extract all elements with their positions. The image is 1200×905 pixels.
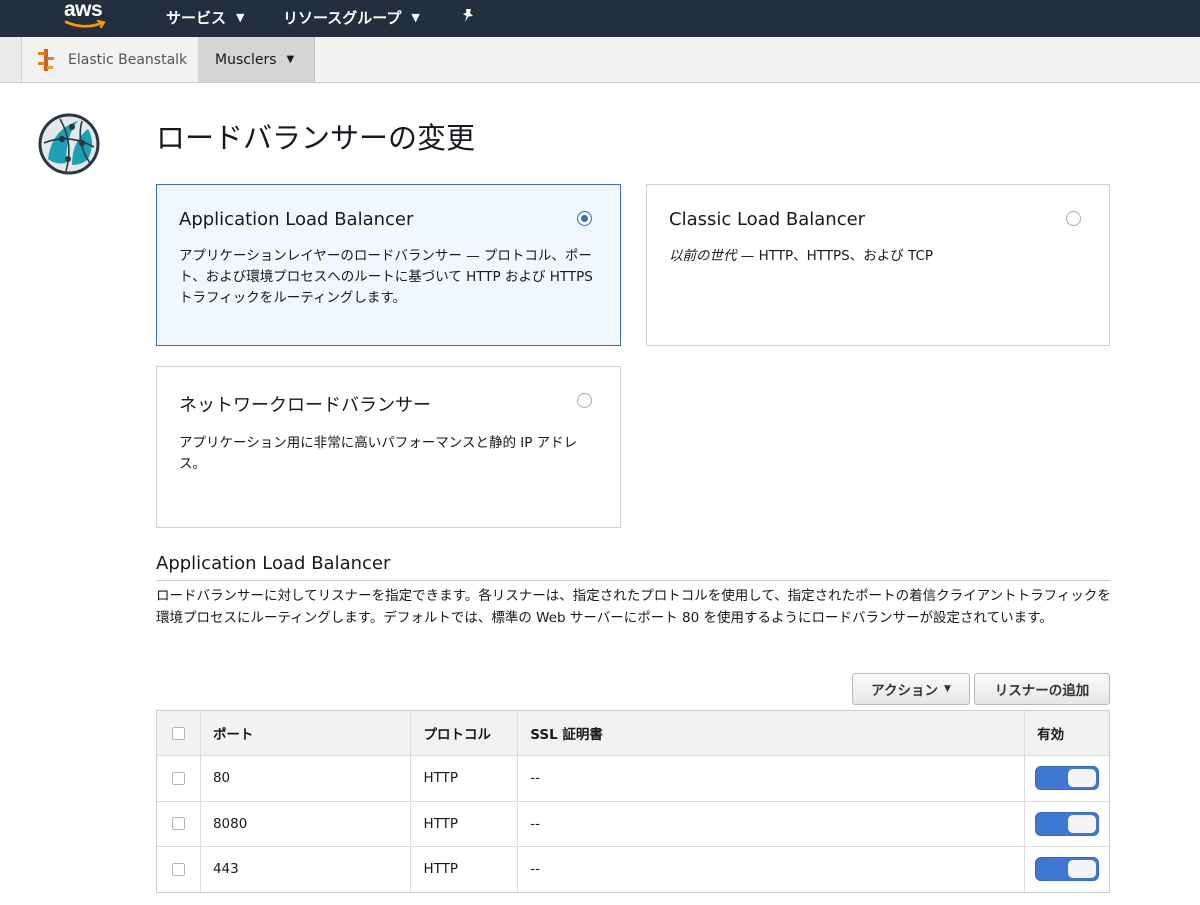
option-application-load-balancer[interactable]: Application Load Balancer アプリケーションレイヤーのロ… — [156, 184, 621, 346]
listener-section-description: ロードバランサーに対してリスナーを指定できます。各リスナーは、指定されたプロトコ… — [156, 588, 1111, 626]
beanstalk-icon — [38, 48, 54, 71]
resource-groups-menu[interactable]: リソースグループ ▼ — [283, 0, 420, 34]
row-select-cell — [157, 802, 200, 847]
services-label: サービス — [166, 8, 227, 27]
row-checkbox[interactable] — [172, 862, 185, 876]
listener-section-title: Application Load Balancer — [156, 553, 391, 574]
protocol-cell: HTTP — [410, 847, 517, 892]
ssl-certificate-cell: -- — [517, 847, 1024, 892]
protocol-cell: HTTP — [410, 801, 517, 846]
caret-down-icon: ▼ — [286, 54, 295, 65]
chevron-down-icon: ▼ — [236, 10, 245, 24]
aws-logo-text: aws — [64, 0, 103, 21]
radio-classic-load-balancer[interactable] — [1066, 211, 1081, 226]
port-cell: 80 — [199, 756, 411, 801]
environment-label: Musclers — [215, 51, 277, 68]
row-select-cell — [157, 847, 200, 892]
toggle-knob — [1068, 860, 1097, 879]
load-balancer-globe-icon — [38, 113, 100, 175]
row-select-cell — [157, 756, 200, 801]
ssl-certificate-cell: -- — [517, 756, 1024, 801]
protocol-cell: HTTP — [410, 756, 517, 801]
toggle-knob — [1068, 769, 1097, 788]
ssl-certificate-cell: -- — [517, 801, 1024, 846]
column-header-port[interactable]: ポート — [199, 711, 411, 755]
port-cell: 8080 — [199, 801, 411, 846]
listeners-table: ポート プロトコル SSL 証明書 有効 80 HTTP -- 8080 HTT… — [156, 710, 1110, 893]
table-row: 443 HTTP -- — [157, 846, 1109, 892]
add-listener-button[interactable]: リスナーの追加 — [974, 673, 1110, 705]
enabled-toggle[interactable] — [1035, 766, 1100, 791]
select-all-cell — [157, 711, 200, 755]
table-header-row: ポート プロトコル SSL 証明書 有効 — [157, 711, 1109, 755]
chevron-down-icon: ▼ — [411, 10, 420, 24]
services-menu[interactable]: サービス ▼ — [166, 0, 244, 34]
aws-logo[interactable]: aws — [62, 0, 112, 34]
classic-protocols-text: — HTTP、HTTPS、および TCP — [736, 248, 934, 264]
pin-icon[interactable] — [460, 8, 476, 24]
enabled-cell — [1024, 847, 1109, 892]
table-row: 80 HTTP -- — [157, 755, 1109, 801]
toggle-knob — [1068, 814, 1097, 833]
row-checkbox[interactable] — [172, 817, 185, 831]
port-cell: 443 — [199, 847, 411, 892]
option-network-load-balancer[interactable]: ネットワークロードバランサー アプリケーション用に非常に高いパフォーマンスと静的… — [156, 366, 621, 528]
option-classic-load-balancer[interactable]: Classic Load Balancer 以前の世代 — HTTP、HTTPS… — [646, 184, 1110, 346]
page-title: ロードバランサーの変更 — [156, 121, 476, 155]
elastic-beanstalk-label: Elastic Beanstalk — [68, 51, 188, 68]
column-header-enabled[interactable]: 有効 — [1024, 711, 1109, 755]
enabled-toggle[interactable] — [1035, 857, 1100, 882]
top-navigation-bar: aws サービス ▼ リソースグループ ▼ — [0, 0, 1200, 37]
radio-application-load-balancer[interactable] — [577, 211, 592, 226]
radio-network-load-balancer[interactable] — [577, 393, 592, 408]
actions-dropdown-button[interactable]: アクション ▼ — [852, 673, 970, 705]
elastic-beanstalk-link[interactable]: Elastic Beanstalk — [22, 37, 199, 82]
environment-dropdown[interactable]: Musclers ▼ — [199, 37, 315, 82]
card-description: アプリケーションレイヤーのロードバランサー — プロトコル、ポート、および環境プ… — [179, 248, 593, 306]
enabled-cell — [1024, 801, 1109, 846]
table-row: 8080 HTTP -- — [157, 800, 1109, 847]
card-title: ネットワークロードバランサー — [179, 395, 431, 416]
section-divider — [156, 580, 1110, 581]
card-description: アプリケーション用に非常に高いパフォーマンスと静的 IP アドレス。 — [179, 435, 578, 472]
actions-label: アクション — [871, 683, 938, 699]
subnav-left-strip — [0, 37, 22, 82]
card-title: Application Load Balancer — [179, 209, 414, 230]
caret-down-icon: ▼ — [943, 684, 951, 694]
enabled-toggle[interactable] — [1035, 811, 1100, 836]
enabled-cell — [1024, 756, 1109, 801]
select-all-checkbox[interactable] — [172, 726, 185, 740]
previous-generation-label: 以前の世代 — [669, 248, 737, 264]
card-title: Classic Load Balancer — [669, 209, 866, 230]
resource-groups-label: リソースグループ — [283, 8, 402, 27]
service-subnav: Elastic Beanstalk Musclers ▼ — [0, 37, 1200, 83]
column-header-ssl-certificate[interactable]: SSL 証明書 — [517, 711, 1024, 755]
aws-smile-icon — [64, 20, 106, 29]
column-header-protocol[interactable]: プロトコル — [410, 711, 517, 755]
row-checkbox[interactable] — [172, 771, 185, 785]
card-description: 以前の世代 — HTTP、HTTPS、および TCP — [669, 246, 1087, 267]
